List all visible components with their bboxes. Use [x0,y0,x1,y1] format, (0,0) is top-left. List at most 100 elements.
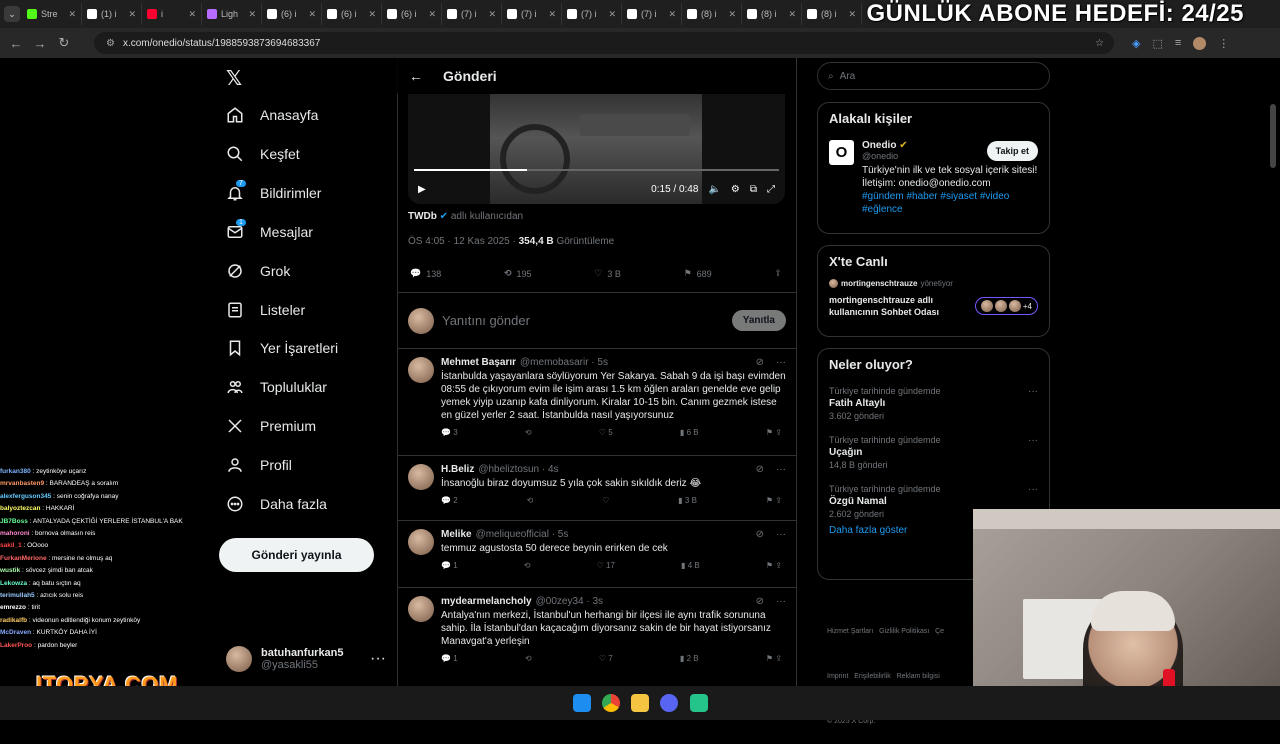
more-icon[interactable]: ··· [776,596,786,607]
bookmark-icon[interactable]: ⚑ ⇪ [766,561,782,570]
browser-tab[interactable]: (8) i ✕ [682,3,742,25]
sidebar-item-mesajlar[interactable]: 1 Mesajlar [226,218,313,241]
tweet-author[interactable]: mydearmelancholy [441,596,532,607]
sidebar-item-premium[interactable]: Premium [226,417,316,435]
trend-item[interactable]: Türkiye tarihinde gündemde Uçağın 14,8 B g… [829,435,1038,470]
grok-icon[interactable]: ⊘ [756,357,764,368]
back-arrow-icon[interactable]: ← [409,68,423,84]
fullscreen-icon[interactable]: ⤢ [767,184,775,195]
follow-button[interactable]: Takip et [986,140,1038,161]
views-action[interactable]: ▮ 6 B [680,428,699,437]
search-input[interactable]: Ara [840,71,856,82]
tab-close-icon[interactable]: ✕ [188,9,196,20]
reply-action[interactable]: 💬 1 [441,561,458,570]
trend-item[interactable]: Türkiye tarihinde gündemde Fatih Altaylı 3… [829,386,1038,421]
scrollbar-thumb[interactable] [1270,104,1276,168]
views-action[interactable]: ▮ 2 B [680,654,699,663]
related-tags[interactable]: #gündem #haber #siyaset #video #eğlence [862,190,1038,216]
post-button[interactable]: Gönderi yayınla [219,538,374,572]
bookmark-star-icon[interactable]: ☆ [1095,38,1104,49]
tab-close-icon[interactable]: ✕ [608,9,616,20]
reply-action[interactable]: 💬 2 [441,496,458,505]
tab-close-icon[interactable]: ✕ [128,9,136,20]
tab-close-icon[interactable]: ✕ [668,9,676,20]
browser-tab[interactable]: (1) i ✕ [82,3,142,25]
sidebar-item-daha-fazla[interactable]: Daha fazla [226,495,327,513]
profile-avatar-icon[interactable] [1193,36,1207,50]
tab-close-icon[interactable]: ✕ [428,9,436,20]
browser-tab[interactable]: Ligh ✕ [202,3,262,25]
bookmark-icon[interactable]: ⚑ ⇪ [766,496,782,505]
bookmark-icon[interactable]: ⚑ ⇪ [766,654,782,663]
url-field[interactable]: ⚙ x.com/onedio/status/198859387369468336… [94,32,1114,54]
media-icon[interactable]: ≡ [1175,37,1181,50]
views-action[interactable]: ▮ 4 B [681,561,700,570]
retweet-icon[interactable]: ⟲ [525,428,532,437]
reply-action[interactable]: 💬 1 [441,654,458,663]
extension-icon[interactable]: ◈ [1132,37,1140,50]
footer-line-1[interactable]: Hizmet Şartları Gizlilik Politikası Çe [827,624,944,639]
more-icon[interactable]: ··· [370,650,386,668]
tweet-author[interactable]: Mehmet Başarır [441,357,516,368]
more-icon[interactable]: ··· [776,357,786,368]
discord-icon[interactable] [660,694,678,712]
browser-tab[interactable]: (7) i ✕ [622,3,682,25]
sidebar-item-anasayfa[interactable]: Anasayfa [226,106,318,124]
tab-close-icon[interactable]: ✕ [548,9,556,20]
like-action[interactable]: ♡ 3 B [594,268,621,279]
chrome-icon[interactable] [602,694,620,712]
sidebar-item-profil[interactable]: Profil [226,456,292,474]
sidebar-item-topluluklar[interactable]: Topluluklar [226,378,327,396]
sidebar-item-ke-fet[interactable]: Keşfet [226,145,300,163]
browser-tab[interactable]: (6) i ✕ [322,3,382,25]
related-name[interactable]: Onedio [862,140,896,151]
tab-close-icon[interactable]: ✕ [368,9,376,20]
more-icon[interactable]: ··· [776,529,786,540]
video-player[interactable]: ▶ 0:15 / 0:48 🔈 ⚙ ⧉ ⤢ [408,94,785,204]
browser-tab[interactable]: i ✕ [142,3,202,25]
reply-input[interactable]: Yanıtını gönder [442,313,530,328]
account-switcher[interactable]: batuhanfurkan5 @yasakli55 ··· [226,642,386,676]
sidebar-item-grok[interactable]: Grok [226,262,290,280]
reply-button[interactable]: Yanıtla [731,310,786,331]
sidebar-item-yer-i-aretleri[interactable]: Yer İşaretleri [226,339,338,357]
like-action[interactable]: ♡ 17 [597,561,615,570]
app-icon[interactable] [690,694,708,712]
tab-close-icon[interactable]: ✕ [68,9,76,20]
tab-close-icon[interactable]: ✕ [248,9,256,20]
reply-action[interactable]: 💬 3 [441,428,458,437]
grok-icon[interactable]: ⊘ [756,464,764,475]
sidebar-item-listeler[interactable]: Listeler [226,301,305,319]
grok-icon[interactable]: ⊘ [756,529,764,540]
browser-tab[interactable]: (7) i ✕ [562,3,622,25]
bookmark-icon[interactable]: ⚑ ⇪ [766,428,782,437]
more-icon[interactable]: ··· [776,464,786,475]
browser-tab[interactable]: (8) i ✕ [742,3,802,25]
avatar[interactable] [408,529,434,555]
browser-tab[interactable]: (6) i ✕ [262,3,322,25]
forward-icon[interactable]: → [28,36,52,51]
more-icon[interactable]: ··· [1028,435,1038,446]
retweet-action[interactable]: ⟲ 195 [504,268,532,279]
share-icon[interactable]: ⇪ [774,268,782,279]
avatar[interactable] [408,596,434,622]
tab-close-icon[interactable]: ✕ [728,9,736,20]
like-action[interactable]: ♡ 5 [599,428,613,437]
browser-tab[interactable]: (8) i ✕ [802,3,862,25]
tab-search-button[interactable]: ⌄ [4,6,20,22]
reply-tweet[interactable]: mydearmelancholy @00zey34 · 3s ⊘ ··· Antalya… [398,587,796,683]
tab-close-icon[interactable]: ✕ [488,9,496,20]
reply-tweet[interactable]: H.Beliz @hbeliztosun · 4s ⊘ ··· İnsanoğlu bi… [398,455,796,520]
retweet-icon[interactable]: ⟲ [524,561,531,570]
windows-start-icon[interactable] [573,694,591,712]
bookmark-action[interactable]: ⚑ 689 [684,268,712,279]
footer-line-2[interactable]: Imprint Erişilebilirlik Reklam bilgisi [827,669,944,684]
pip-icon[interactable]: ⧉ [750,184,757,195]
retweet-icon[interactable]: ⟲ [525,654,532,663]
views-action[interactable]: ▮ 3 B [678,496,697,505]
browser-tab[interactable]: (7) i ✕ [502,3,562,25]
reply-tweet[interactable]: Mehmet Başarır @memobasarir · 5s ⊘ ··· İstan… [398,348,796,455]
puzzle-icon[interactable]: ⬚ [1152,37,1162,50]
like-action[interactable]: ♡ [602,496,609,505]
video-progress-track[interactable] [414,169,779,171]
